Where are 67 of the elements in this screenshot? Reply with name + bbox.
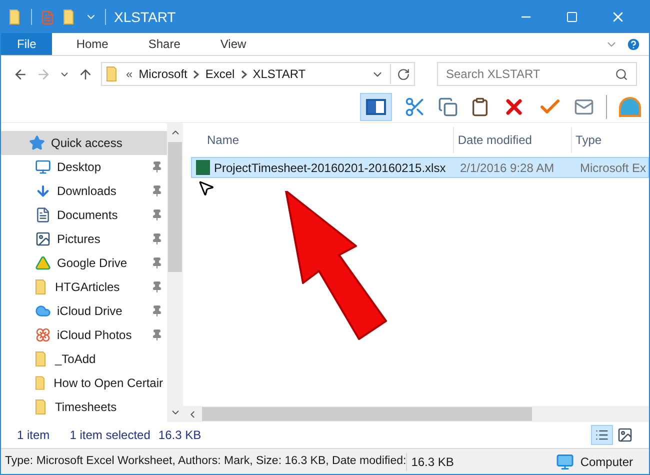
- shell-icon[interactable]: [619, 97, 641, 117]
- pane-toggle-button[interactable]: [360, 93, 392, 121]
- copy-icon[interactable]: [438, 97, 458, 117]
- refresh-icon[interactable]: [397, 68, 410, 80]
- triangle-icon: [35, 255, 51, 271]
- table-cell-text: Microsoft Ex: [579, 160, 646, 176]
- search-icon: [615, 68, 628, 80]
- item-count: 1 item: [17, 427, 50, 444]
- ribbon-tab[interactable]: View: [204, 33, 262, 55]
- help-icon[interactable]: [626, 36, 641, 52]
- envelope-icon[interactable]: [574, 97, 594, 117]
- mouse-cursor-icon: [197, 179, 215, 197]
- clipboard-icon[interactable]: [470, 97, 490, 117]
- maximize-icon[interactable]: [566, 11, 578, 23]
- breadcrumb[interactable]: XLSTART: [252, 65, 306, 83]
- up-icon[interactable]: [78, 66, 93, 82]
- scissors-icon[interactable]: [404, 96, 426, 118]
- file-row[interactable]: ProjectTimesheet-20160201-20160215.xlsx 2/1/2016 9:28 AM Microsoft Ex: [191, 157, 649, 178]
- sidebar-item[interactable]: HTGArticles: [1, 275, 167, 299]
- search-input[interactable]: Search XLSTART: [446, 65, 615, 83]
- computer-icon: [556, 452, 574, 470]
- sidebar-item[interactable]: Quick access: [1, 131, 167, 155]
- vertical-scrollbar[interactable]: [167, 123, 183, 422]
- ribbon-tab[interactable]: Home: [60, 33, 124, 55]
- back-icon[interactable]: [13, 66, 28, 82]
- chevron-icon: [240, 70, 247, 78]
- breadcrumb[interactable]: Excel: [205, 65, 235, 83]
- file-details: Type: Microsoft Excel Worksheet, Authors: Mark, Size: 16.3 KB, Date modified:: [4, 454, 406, 469]
- sidebar-item[interactable]: Downloads: [1, 179, 167, 203]
- file-size: 16.3 KB: [406, 452, 496, 470]
- column-header[interactable]: Type: [570, 127, 649, 153]
- sidebar-item[interactable]: How to Open Certair: [1, 371, 167, 395]
- details-list-icon: [595, 428, 609, 442]
- window-title: XLSTART: [114, 8, 176, 26]
- scrollbar-thumb[interactable]: [168, 142, 182, 272]
- cloud-icon: [35, 303, 51, 319]
- details-view-button[interactable]: [591, 425, 613, 445]
- sidebar-item[interactable]: Google Drive: [1, 251, 167, 275]
- picture-icon: [35, 231, 51, 247]
- flower-icon: [35, 327, 51, 343]
- column-header[interactable]: Date modified: [452, 127, 571, 153]
- thumbnails-view-icon[interactable]: [617, 427, 633, 443]
- document-icon: [35, 207, 51, 223]
- sidebar-item[interactable]: Documents: [1, 203, 167, 227]
- sidebar-item[interactable]: _ToAdd: [1, 347, 167, 371]
- selection-status: 1 item selected: [70, 427, 150, 444]
- ribbon-tab[interactable]: File: [1, 33, 52, 55]
- address-bar[interactable]: « Microsoft Excel XLSTART: [101, 62, 415, 86]
- monitor-icon: [35, 159, 51, 175]
- star-icon: [29, 135, 45, 151]
- sidebar-item[interactable]: iCloud Photos: [1, 323, 167, 347]
- spreadsheet-icon: [196, 160, 210, 175]
- location-label: Computer: [580, 454, 633, 470]
- search-field[interactable]: Search XLSTART: [437, 62, 637, 86]
- chevron-icon: [193, 70, 200, 78]
- sidebar-item[interactable]: Desktop: [1, 155, 167, 179]
- overflow-chevron[interactable]: «: [126, 65, 133, 83]
- table-cell-text: 2/1/2016 9:28 AM: [459, 160, 556, 176]
- ribbon-tab[interactable]: Share: [132, 33, 196, 55]
- sidebar-item[interactable]: Pictures: [1, 227, 167, 251]
- selection-size: 16.3 KB: [158, 427, 202, 444]
- horizontal-scrollbar-thumb[interactable]: [202, 407, 532, 421]
- sidebar-item[interactable]: iCloud Drive: [1, 299, 167, 323]
- sidebar-item[interactable]: Timesheets: [1, 395, 167, 419]
- column-header[interactable]: Name: [203, 127, 453, 153]
- file-name: ProjectTimesheet-20160201-20160215.xlsx: [214, 160, 446, 176]
- breadcrumb[interactable]: Microsoft: [138, 65, 188, 83]
